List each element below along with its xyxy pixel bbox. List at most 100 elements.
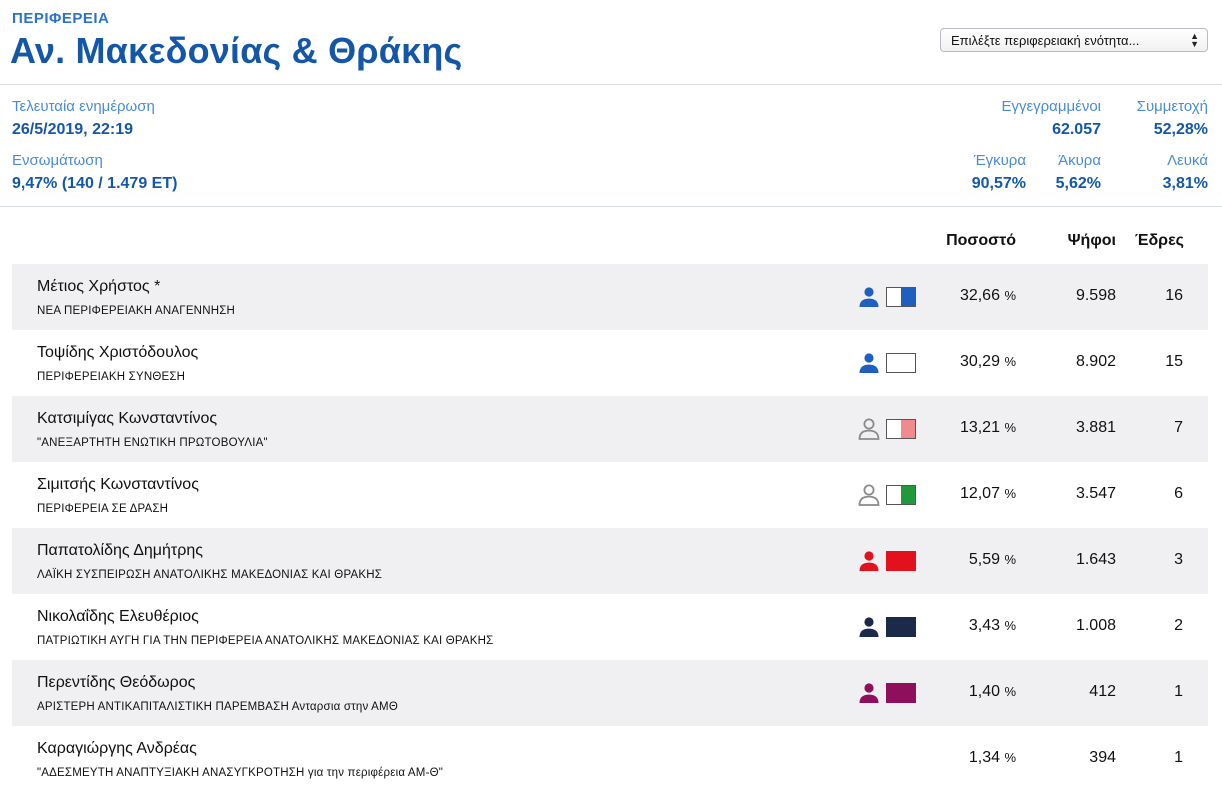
seats-value: 15 — [1165, 353, 1183, 370]
seats-value: 2 — [1174, 617, 1183, 634]
candidate-name: Τοψίδης Χριστόδουλος — [37, 344, 199, 361]
party-name: "ΑΔΕΣΜΕΥΤΗ ΑΝΑΠΤΥΞΙΑΚΗ ΑΝΑΣΥΓΚΡΟΤΗΣΗ για… — [37, 767, 444, 779]
percent-number: 1,34 — [968, 749, 1000, 766]
seats-value: 1 — [1174, 749, 1183, 766]
candidate-name: Παπατολίδης Δημήτρης — [37, 542, 203, 559]
blank-label: Λευκά — [1167, 152, 1208, 169]
percent-unit: % — [1004, 750, 1016, 765]
candidate-name: Μέτιος Χρήστος * — [37, 278, 161, 295]
party-color-swatch — [886, 353, 916, 373]
person-outline-icon — [858, 418, 880, 440]
turnout-label: Συμμετοχή — [1136, 98, 1208, 115]
party-color-swatch — [886, 419, 916, 439]
turnout-value: 52,28% — [1153, 121, 1208, 138]
valid-value: 90,57% — [971, 175, 1026, 192]
percent-number: 3,43 — [968, 617, 1000, 634]
candidate-row[interactable]: Τοψίδης Χριστόδουλος ΠΕΡΙΦΕΡΕΙΑΚΗ ΣΥΝΘΕΣ… — [12, 330, 1208, 396]
percent-unit: % — [1004, 486, 1016, 501]
invalid-value: 5,62% — [1055, 175, 1101, 192]
incorporation-label: Ενσωμάτωση — [12, 152, 103, 169]
percent-number: 32,66 — [959, 287, 1000, 304]
percent-value: 1,34 % — [969, 749, 1016, 767]
votes-value: 9.598 — [1075, 287, 1116, 304]
column-header-percent: Ποσοστό — [946, 232, 1016, 249]
party-color-swatch — [886, 485, 916, 505]
percent-unit: % — [1004, 618, 1016, 633]
percent-number: 30,29 — [959, 353, 1000, 370]
column-header-votes: Ψήφοι — [1067, 232, 1116, 249]
person-icon — [859, 353, 879, 373]
candidate-row[interactable]: Καραγιώργης Ανδρέας "ΑΔΕΣΜΕΥΤΗ ΑΝΑΠΤΥΞΙΑ… — [12, 726, 1208, 791]
page-header: ΠΕΡΙΦΕΡΕΙΑ Αν. Μακεδονίας & Θράκης Επιλέ… — [0, 0, 1222, 85]
page-title: Αν. Μακεδονίας & Θράκης — [10, 30, 463, 71]
party-name: ΛΑΪΚΗ ΣΥΣΠΕΙΡΩΣΗ ΑΝΑΤΟΛΙΚΗΣ ΜΑΚΕΔΟΝΙΑΣ Κ… — [37, 569, 383, 581]
percent-number: 5,59 — [968, 551, 1000, 568]
votes-value: 1.643 — [1075, 551, 1116, 568]
candidate-name: Σιμιτσής Κωνσταντίνος — [37, 476, 199, 493]
percent-number: 12,07 — [959, 485, 1000, 502]
person-outline-icon — [858, 484, 880, 506]
candidate-name: Κατσιμίγας Κωνσταντίνος — [37, 410, 218, 427]
percent-unit: % — [1004, 684, 1016, 699]
party-name: ΠΕΡΙΦΕΡΕΙΑΚΗ ΣΥΝΘΕΣΗ — [37, 371, 186, 383]
last-update-value: 26/5/2019, 22:19 — [12, 121, 133, 138]
candidate-row[interactable]: Κατσιμίγας Κωνσταντίνος "ΑΝΕΞΑΡΤΗΤΗ ΕΝΩΤ… — [12, 396, 1208, 462]
candidate-row[interactable]: Περεντίδης Θεόδωρος ΑΡΙΣΤΕΡΗ ΑΝΤΙΚΑΠΙΤΑΛ… — [12, 660, 1208, 726]
regional-unit-select[interactable]: Επιλέξτε περιφερειακή ενότητα... ▲ ▼ — [940, 28, 1208, 52]
percent-value: 3,43 % — [969, 617, 1016, 635]
percent-number: 13,21 — [959, 419, 1000, 436]
candidate-row[interactable]: Σιμιτσής Κωνσταντίνος ΠΕΡΙΦΕΡΕΙΑ ΣΕ ΔΡΑΣ… — [12, 462, 1208, 528]
votes-value: 1.008 — [1075, 617, 1116, 634]
party-color-swatch — [886, 551, 916, 571]
party-name: ΠΕΡΙΦΕΡΕΙΑ ΣΕ ΔΡΑΣΗ — [37, 503, 169, 515]
invalid-label: Άκυρα — [1058, 152, 1101, 169]
registered-label: Εγγεγραμμένοι — [1001, 98, 1101, 115]
person-icon — [859, 287, 879, 307]
votes-value: 8.902 — [1075, 353, 1116, 370]
votes-value: 3.881 — [1075, 419, 1116, 436]
party-color-swatch — [886, 287, 916, 307]
percent-value: 30,29 % — [960, 353, 1016, 371]
stats-panel: Τελευταία ενημέρωση 26/5/2019, 22:19 Ενσ… — [0, 85, 1222, 207]
seats-value: 3 — [1174, 551, 1183, 568]
percent-unit: % — [1004, 420, 1016, 435]
seats-value: 6 — [1174, 485, 1183, 502]
seats-value: 1 — [1174, 683, 1183, 700]
section-kicker: ΠΕΡΙΦΕΡΕΙΑ — [12, 10, 110, 27]
percent-value: 1,40 % — [969, 683, 1016, 701]
party-color-swatch — [886, 617, 916, 637]
seats-value: 16 — [1165, 287, 1183, 304]
votes-value: 412 — [1089, 683, 1116, 700]
valid-label: Έγκυρα — [973, 152, 1026, 169]
percent-number: 1,40 — [968, 683, 1000, 700]
party-name: ΑΡΙΣΤΕΡΗ ΑΝΤΙΚΑΠΙΤΑΛΙΣΤΙΚΗ ΠΑΡΕΜΒΑΣΗ Αντ… — [37, 701, 398, 713]
percent-value: 5,59 % — [969, 551, 1016, 569]
seats-value: 7 — [1174, 419, 1183, 436]
percent-value: 13,21 % — [960, 419, 1016, 437]
party-color-swatch — [886, 683, 916, 703]
column-header-seats: Έδρες — [1134, 232, 1184, 249]
votes-value: 3.547 — [1075, 485, 1116, 502]
person-icon — [859, 551, 879, 571]
percent-unit: % — [1004, 552, 1016, 567]
person-icon — [859, 617, 879, 637]
registered-value: 62.057 — [1052, 121, 1101, 138]
party-name: "ΑΝΕΞΑΡΤΗΤΗ ΕΝΩΤΙΚΗ ΠΡΩΤΟΒΟΥΛΙΑ" — [37, 437, 268, 449]
candidate-row[interactable]: Νικολαΐδης Ελευθέριος ΠΑΤΡΙΩΤΙΚΗ ΑΥΓΗ ΓΙ… — [12, 594, 1208, 660]
candidate-row[interactable]: Παπατολίδης Δημήτρης ΛΑΪΚΗ ΣΥΣΠΕΙΡΩΣΗ ΑΝ… — [12, 528, 1208, 594]
votes-value: 394 — [1089, 749, 1116, 766]
incorporation-value: 9,47% (140 / 1.479 ΕΤ) — [12, 175, 178, 192]
party-name: ΝΕΑ ΠΕΡΙΦΕΡΕΙΑΚΗ ΑΝΑΓΕΝΝΗΣΗ — [37, 305, 236, 317]
candidate-row[interactable]: Μέτιος Χρήστος * ΝΕΑ ΠΕΡΙΦΕΡΕΙΑΚΗ ΑΝΑΓΕΝ… — [12, 264, 1208, 330]
candidate-name: Περεντίδης Θεόδωρος — [37, 674, 196, 691]
percent-value: 32,66 % — [960, 287, 1016, 305]
candidate-name: Καραγιώργης Ανδρέας — [37, 740, 197, 757]
percent-unit: % — [1004, 288, 1016, 303]
blank-value: 3,81% — [1162, 175, 1208, 192]
percent-unit: % — [1004, 354, 1016, 369]
candidate-name: Νικολαΐδης Ελευθέριος — [37, 608, 199, 625]
regional-unit-select-value: Επιλέξτε περιφερειακή ενότητα... — [951, 33, 1140, 48]
party-name: ΠΑΤΡΙΩΤΙΚΗ ΑΥΓΗ ΓΙΑ ΤΗΝ ΠΕΡΙΦΕΡΕΙΑ ΑΝΑΤΟ… — [37, 635, 494, 647]
select-arrows-icon: ▲ ▼ — [1190, 31, 1199, 49]
person-icon — [859, 683, 879, 703]
